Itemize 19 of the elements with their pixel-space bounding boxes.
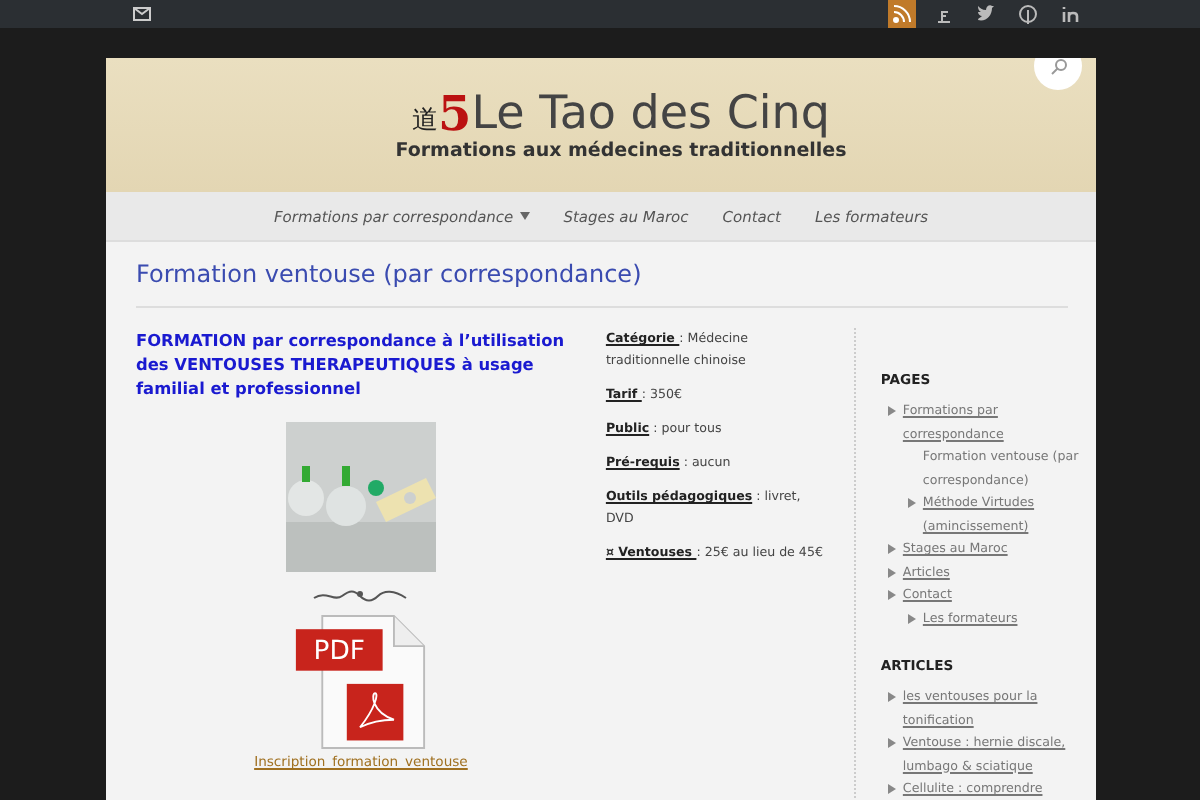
search-icon [1049,58,1067,75]
bullet-icon [888,567,897,577]
ornament-icon [310,588,411,604]
logo-digit: 5 [438,89,472,137]
bullet-icon [908,498,917,508]
bullet-icon [888,784,897,794]
rss-icon[interactable] [888,0,916,28]
intro-heading: FORMATION par correspondance à l’utilisation des VENTOUSES THERAPEUTIQUES à usage familial et professionnel [136,328,567,400]
page-title: Formation ventouse (par correspondance) [136,260,1068,308]
bullet-icon [888,406,897,416]
site-tagline: Formations aux médecines traditionnelles [395,139,847,161]
bullet-icon [888,738,897,748]
bullet-icon [888,692,897,702]
bullet-icon [888,590,897,600]
pinterest-icon[interactable] [1014,0,1042,28]
bullet-icon [908,613,917,623]
site-title[interactable]: Le Tao des Cinq [471,91,830,137]
logo-glyph: 道 [412,103,439,137]
bullet-icon [888,544,897,554]
